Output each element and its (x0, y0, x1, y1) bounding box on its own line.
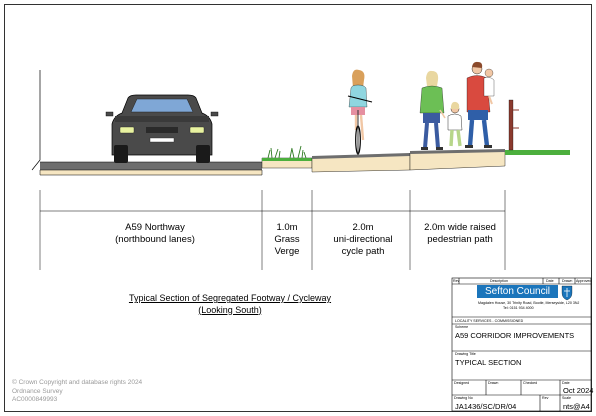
checked-label: Checked (523, 381, 538, 385)
date-label: Date (562, 381, 570, 385)
section-caption: Typical Section of Segregated Footway / … (128, 293, 332, 315)
rev-header-rev: Rev (453, 279, 460, 283)
pedestrian-man-illustration (465, 61, 495, 148)
drawing-no: JA1436/SC/DR/04 (455, 402, 517, 411)
rev-header-description: Description (490, 279, 508, 283)
drawn-label: Drawn (488, 381, 499, 385)
rev-header-date: Date (546, 279, 554, 283)
scale-value: nts@A4 (563, 402, 590, 411)
carriageway (39, 161, 263, 176)
drawing-no-label: Drawing No (454, 396, 473, 400)
scheme-name: A59 CORRIDOR IMPROVEMENTS (455, 331, 575, 340)
rev-header-approved: Approved (576, 279, 592, 283)
back-verge (505, 150, 570, 155)
designed-label: Designed (454, 381, 470, 385)
scheme-label: Scheme (455, 325, 469, 329)
sheet-border (4, 4, 592, 412)
scale-label: Scale (562, 396, 571, 400)
building-wall (31, 70, 41, 171)
carriageway-label: A59 Northway (northbound lanes) (115, 222, 195, 245)
grass-verge (261, 145, 313, 169)
fence-post (508, 99, 519, 151)
drawing-title-label: Drawing Title (455, 352, 476, 356)
cyclist-illustration (347, 69, 373, 155)
cycle-path-label: 2.0m uni-directional cycle path (333, 222, 393, 257)
copyright-notice: © Crown Copyright and database rights 20… (12, 379, 143, 403)
council-name: Sefton Council (484, 286, 551, 297)
department: LOCALITY SERVICES - COMMISSIONED (455, 319, 524, 323)
date-value: Oct 2024 (563, 386, 594, 395)
cycle-path (311, 153, 411, 173)
council-address: Magdalen House, 30 Trinity Road, Bootle,… (478, 301, 580, 305)
verge-label: 1.0m Grass Verge (274, 222, 300, 257)
rev-label: Rev (542, 396, 549, 400)
rev-header-drawn: Drawn (562, 279, 573, 283)
car-illustration (105, 94, 219, 163)
footpath-label: 2.0m wide raised pedestrian path (424, 222, 496, 245)
pedestrian-path (409, 149, 506, 171)
cross-section-drawing (4, 4, 592, 412)
drawing-title: TYPICAL SECTION (455, 358, 522, 367)
council-phone: Tel: 0151 934 4000 (503, 306, 534, 310)
